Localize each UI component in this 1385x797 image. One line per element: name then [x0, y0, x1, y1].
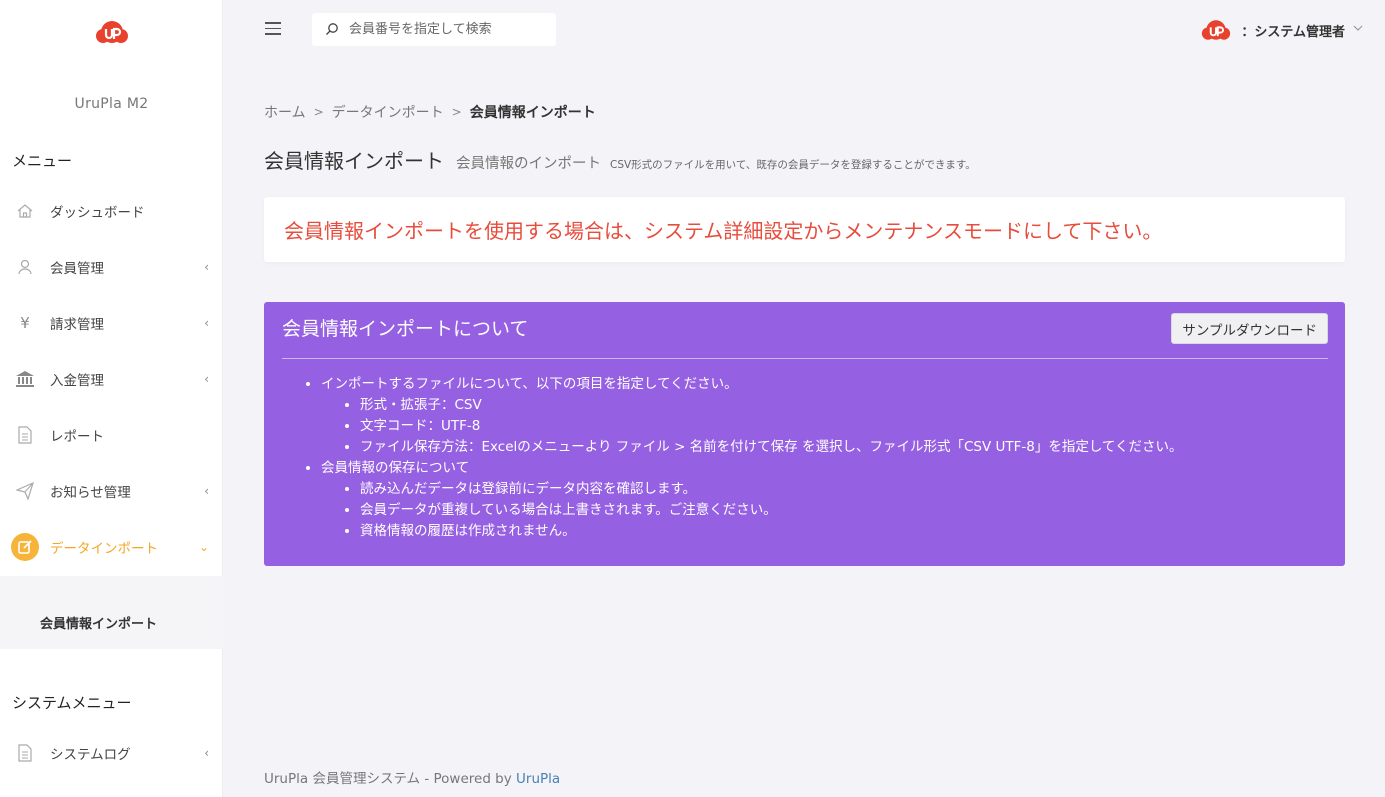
list-item: ファイル保存方法：Excelのメニューより ファイル > 名前を付けて保存 を選…: [360, 437, 1183, 458]
page-description: CSV形式のファイルを用いて、既存の会員データを登録することができます。: [610, 159, 976, 171]
breadcrumb-data-import[interactable]: データインポート: [332, 102, 444, 122]
search-box: [312, 13, 556, 46]
list-item: インポートするファイルについて、以下の項目を指定してください。 形式・拡張子：C…: [321, 374, 1183, 458]
sidebar-item-label: 請求管理: [50, 317, 104, 333]
sidebar-item-billing[interactable]: ¥ 請求管理 ‹: [0, 303, 223, 343]
user-menu[interactable]: ：システム管理者: [1201, 17, 1363, 43]
info-card-body: インポートするファイルについて、以下の項目を指定してください。 形式・拡張子：C…: [304, 374, 1183, 542]
app-name: UruPla M2: [74, 96, 149, 112]
sidebar-item-members[interactable]: 会員管理 ‹: [0, 247, 223, 287]
import-info-card: 会員情報インポートについて サンプルダウンロード インポートするファイルについて…: [264, 302, 1345, 566]
sidebar-item-label: システムログ: [50, 747, 131, 763]
sidebar-item-label: 入金管理: [50, 373, 104, 389]
search-icon: [326, 23, 338, 35]
menu-toggle-icon[interactable]: [265, 22, 281, 35]
page-heading: 会員情報インポート 会員情報のインポート CSV形式のファイルを用いて、既存の会…: [264, 145, 976, 174]
list-item: 会員データが重複している場合は上書きされます。ご注意ください。: [360, 500, 1183, 521]
submenu-item-member-import[interactable]: 会員情報インポート: [40, 613, 157, 632]
sidebar-item-system-log[interactable]: システムログ ‹: [0, 733, 223, 773]
sidebar-item-data-import[interactable]: データインポート ⌄: [0, 527, 223, 567]
edit-icon: [11, 533, 39, 561]
chevron-down-icon: ⌄: [198, 540, 209, 554]
list-item: 文字コード：UTF-8: [360, 416, 1183, 437]
section-heading: インポートするファイルについて、以下の項目を指定してください。: [321, 376, 738, 392]
footer-text: UruPla 会員管理システム - Powered by: [264, 771, 517, 787]
yen-icon: ¥: [20, 314, 30, 332]
info-list: インポートするファイルについて、以下の項目を指定してください。 形式・拡張子：C…: [304, 374, 1183, 542]
urupla-logo-icon: [1202, 20, 1231, 40]
chevron-left-icon: ‹: [204, 372, 209, 386]
search-input[interactable]: [349, 19, 549, 40]
document-icon: [14, 742, 36, 764]
urupla-logo-icon[interactable]: [95, 19, 129, 45]
footer: UruPla 会員管理システム - Powered by UruPla: [264, 767, 560, 787]
sample-download-button[interactable]: サンプルダウンロード: [1171, 313, 1328, 344]
list-item: 会員情報の保存について 読み込んだデータは登録前にデータ内容を確認します。 会員…: [321, 458, 1183, 542]
breadcrumb-home[interactable]: ホーム: [264, 102, 306, 122]
sidebar-item-label: データインポート: [50, 541, 158, 557]
sidebar-item-label: 会員管理: [50, 261, 104, 277]
sidebar: UruPla M2 メニュー ダッシュボード 会員管理 ‹ ¥ 請求管理 ‹ 入…: [0, 0, 223, 797]
sidebar-item-label: レポート: [50, 429, 104, 445]
page-title: 会員情報インポート: [264, 149, 444, 173]
menu-title: メニュー: [12, 152, 73, 170]
sidebar-item-label: ダッシュボード: [50, 205, 145, 221]
chevron-left-icon: ‹: [204, 484, 209, 498]
breadcrumb-separator: >: [313, 105, 324, 119]
home-icon: [14, 200, 36, 222]
list-item: 読み込んだデータは登録前にデータ内容を確認します。: [360, 479, 1183, 500]
send-icon: [14, 480, 36, 502]
submenu: 会員情報インポート: [0, 576, 223, 649]
chevron-left-icon: ‹: [204, 746, 209, 760]
chevron-left-icon: ‹: [204, 316, 209, 330]
sidebar-item-report[interactable]: レポート: [0, 415, 223, 455]
chevron-left-icon: ‹: [204, 260, 209, 274]
list-item: 形式・拡張子：CSV: [360, 395, 1183, 416]
sidebar-item-payments[interactable]: 入金管理 ‹: [0, 359, 223, 399]
footer-link[interactable]: UruPla: [516, 771, 560, 787]
bank-icon: [14, 368, 36, 390]
user-icon: [14, 256, 36, 278]
maintenance-alert: 会員情報インポートを使用する場合は、システム詳細設定からメンテナンスモードにして…: [264, 197, 1345, 262]
user-name: ：システム管理者: [1241, 24, 1345, 40]
sidebar-item-notices[interactable]: お知らせ管理 ‹: [0, 471, 223, 511]
document-icon: [14, 424, 36, 446]
sidebar-item-dashboard[interactable]: ダッシュボード: [0, 191, 223, 231]
chevron-down-icon: [1353, 25, 1363, 31]
list-item: 資格情報の履歴は作成されません。: [360, 521, 1183, 542]
section-heading: 会員情報の保存について: [321, 460, 470, 476]
info-card-title: 会員情報インポートについて: [282, 318, 529, 340]
page-subtitle: 会員情報のインポート: [456, 156, 601, 172]
breadcrumb: ホーム > データインポート > 会員情報インポート: [264, 102, 596, 122]
sidebar-item-label: お知らせ管理: [50, 485, 131, 501]
divider: [282, 358, 1328, 359]
system-menu-title: システムメニュー: [12, 694, 132, 712]
breadcrumb-separator: >: [451, 105, 462, 119]
breadcrumb-current: 会員情報インポート: [469, 105, 596, 121]
alert-text: 会員情報インポートを使用する場合は、システム詳細設定からメンテナンスモードにして…: [284, 219, 1163, 243]
